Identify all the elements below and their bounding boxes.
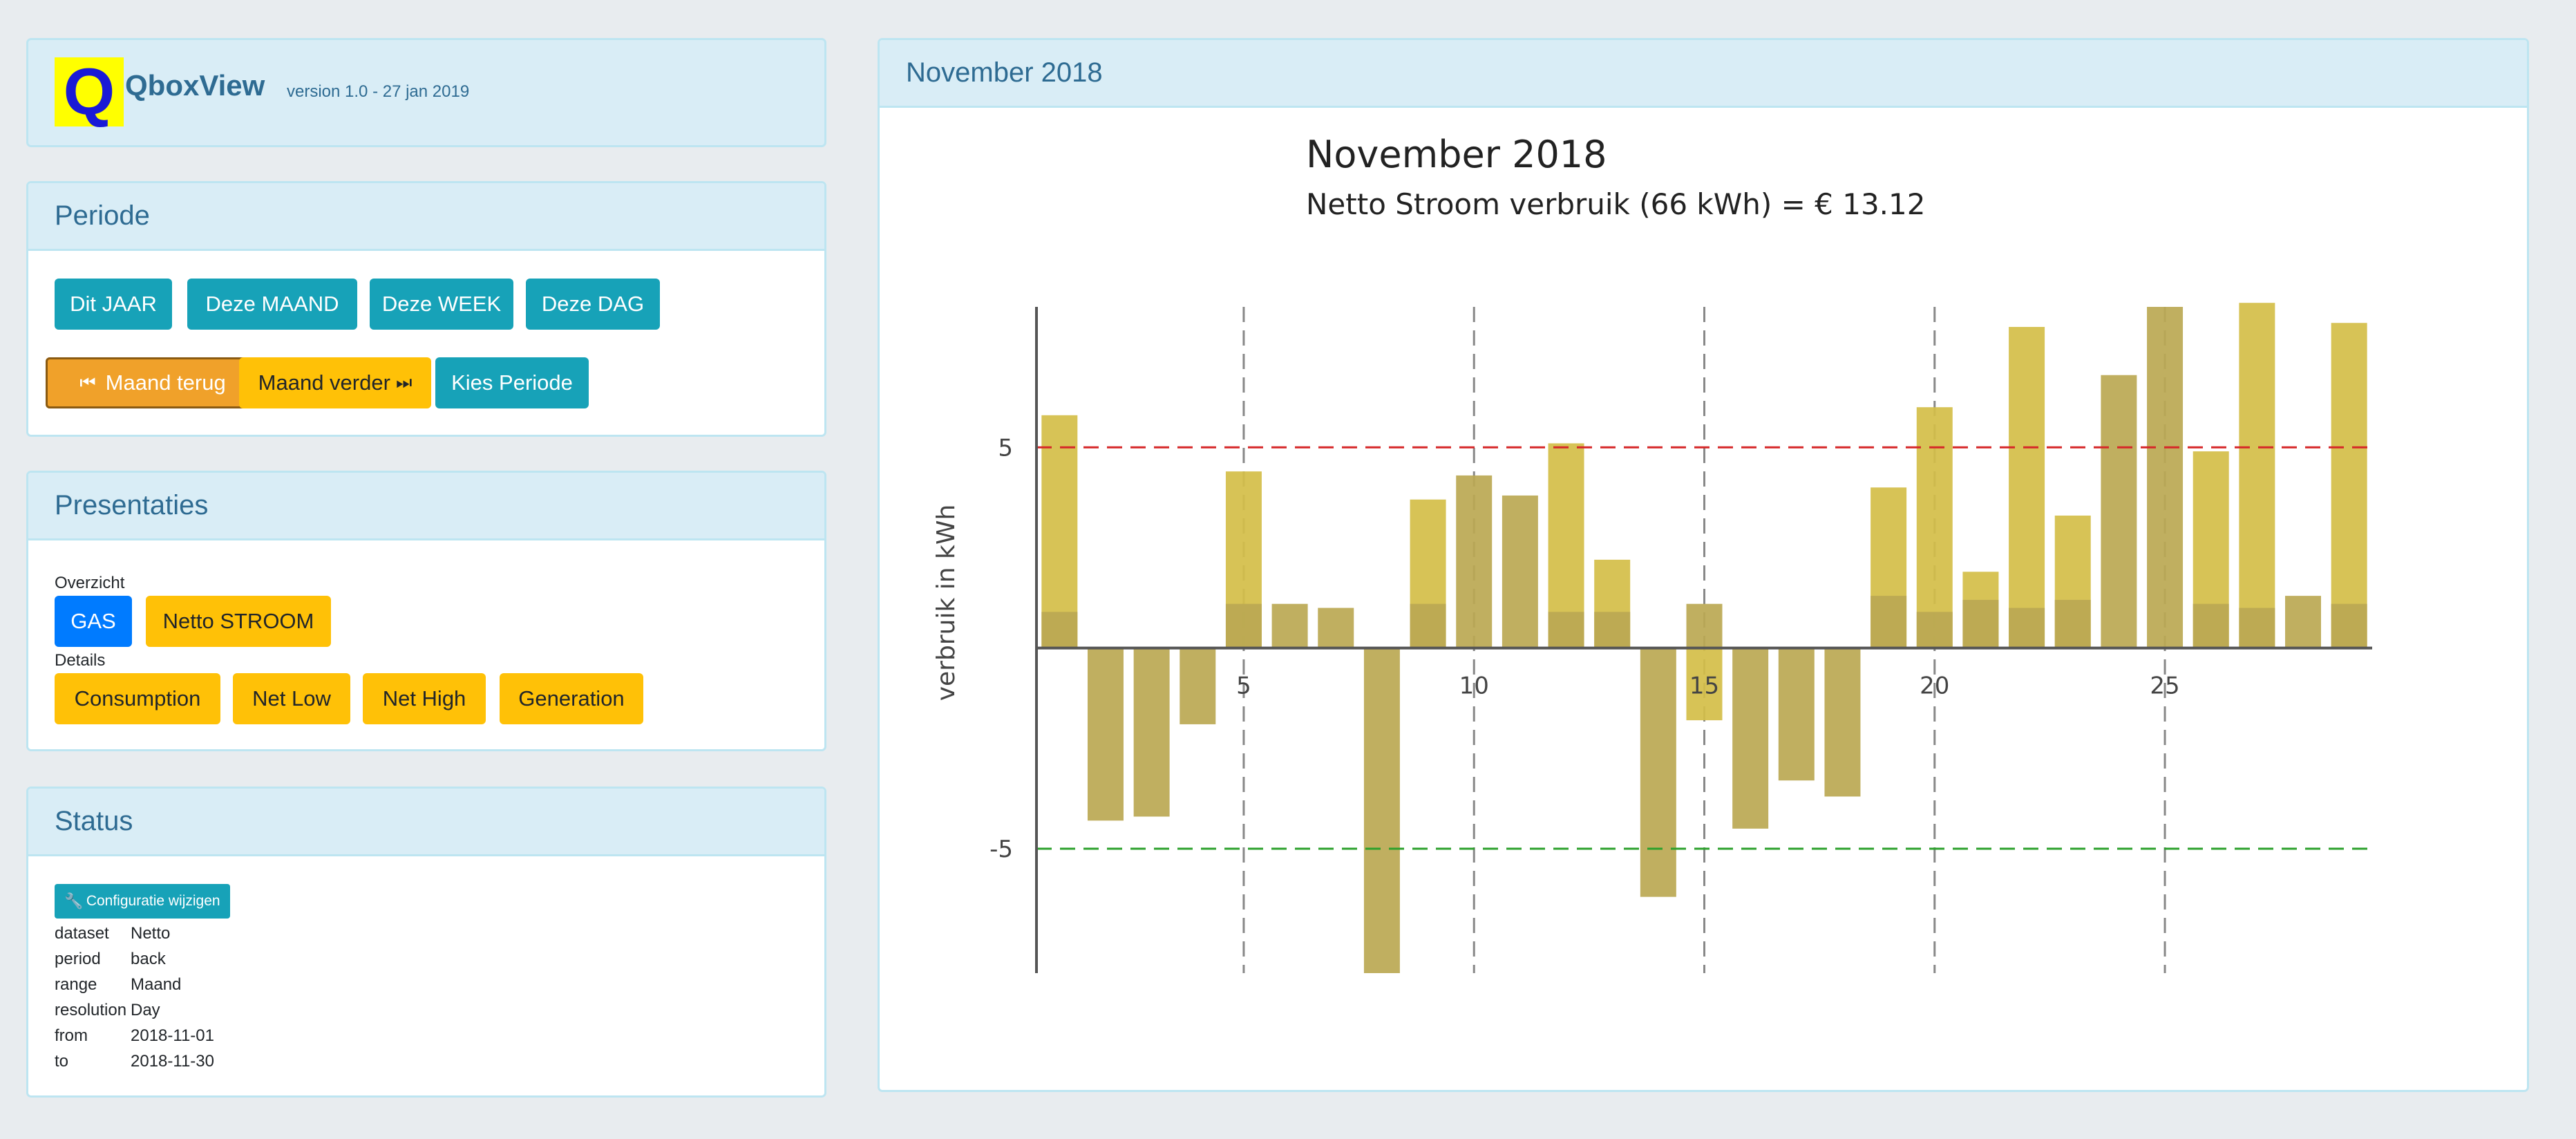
bar-s1-day-14 [1640, 648, 1676, 897]
x-tick-label: 5 [1236, 672, 1251, 700]
chart-subtitle: Netto Stroom verbruik (66 kWh) = € 13.12 [1306, 187, 1925, 221]
bar-s1-day-22 [2009, 608, 2045, 648]
status-value: Maand [131, 975, 182, 994]
presentaties-card: Presentaties Overzicht GAS Netto STROOM … [26, 471, 826, 751]
status-key: dataset [55, 924, 109, 943]
bar-s1-day-29 [2331, 603, 2367, 648]
maand-verder-button[interactable]: Maand verder ⏭ [239, 357, 431, 408]
bar-s1-day-24 [2101, 375, 2137, 648]
bar-s1-day-28 [2285, 596, 2322, 648]
chart-header: November 2018 [880, 40, 2527, 108]
configuratie-wijzigen-button[interactable]: 🔧 Configuratie wijzigen [55, 884, 230, 919]
bar-s1-day-3 [1133, 648, 1170, 817]
periode-title: Periode [55, 200, 150, 231]
bar-s1-day-23 [2054, 599, 2091, 648]
step-back-icon: ⏮ [79, 372, 96, 393]
bar-s1-day-15 [1686, 603, 1723, 648]
bar-s1-day-21 [1962, 599, 1999, 648]
status-value: Day [131, 1001, 160, 1019]
y-tick-label: 5 [998, 434, 1013, 462]
presentaties-title: Presentaties [55, 490, 209, 520]
deze-dag-button[interactable]: Deze DAG [526, 279, 660, 330]
y-tick-label: -5 [989, 836, 1013, 863]
x-tick-label: 20 [1920, 672, 1949, 700]
presentaties-header: Presentaties [28, 473, 824, 540]
maand-verder-label: Maand verder [258, 370, 390, 395]
periode-card: Periode Dit JAAR Deze MAAND Deze WEEK De… [26, 181, 826, 437]
netto-stroom-button[interactable]: Netto STROOM [146, 596, 331, 647]
bar-s1-day-27 [2239, 608, 2275, 648]
bar-s1-day-9 [1410, 603, 1446, 648]
status-value: Netto [131, 924, 171, 943]
y-axis-label: verbruik in kWh [932, 505, 960, 702]
bar-s1-day-25 [2147, 307, 2184, 648]
details-label: Details [55, 651, 106, 670]
status-key: from [55, 1026, 88, 1045]
bar-s0-day-27 [2239, 303, 2275, 648]
logo: Q [55, 57, 124, 126]
header-card: Q QboxView version 1.0 - 27 jan 2019 [26, 38, 826, 147]
status-value: back [131, 950, 166, 968]
x-tick-label: 15 [1689, 672, 1719, 700]
bar-s0-day-22 [2009, 327, 2045, 648]
bar-s1-day-16 [1732, 648, 1769, 829]
chart-card: November 2018 November 2018 Netto Stroom… [878, 38, 2529, 1092]
status-title: Status [55, 806, 133, 836]
x-tick-label: 25 [2150, 672, 2179, 700]
bar-s1-day-19 [1871, 596, 1907, 648]
bar-s1-day-12 [1548, 612, 1584, 648]
periode-header: Periode [28, 183, 824, 251]
bar-s1-day-8 [1363, 648, 1400, 973]
status-key: period [55, 950, 101, 968]
consumption-button[interactable]: Consumption [55, 673, 220, 724]
bar-chart: November 2018 Netto Stroom verbruik (66 … [932, 133, 2372, 973]
status-key: resolution [55, 1001, 127, 1019]
x-tick-label: 10 [1459, 672, 1489, 700]
bar-s1-day-26 [2193, 603, 2229, 648]
status-value: 2018-11-30 [131, 1052, 214, 1071]
bar-s1-day-17 [1778, 648, 1815, 781]
status-key: to [55, 1052, 69, 1071]
bar-s1-day-10 [1456, 475, 1493, 648]
bar-s1-day-4 [1180, 648, 1216, 724]
kies-periode-button[interactable]: Kies Periode [435, 357, 589, 408]
gas-button[interactable]: GAS [55, 596, 132, 647]
bar-s1-day-5 [1225, 603, 1262, 648]
net-low-button[interactable]: Net Low [233, 673, 350, 724]
chart-panel-title: November 2018 [906, 57, 1103, 88]
overzicht-label: Overzicht [55, 574, 125, 592]
net-high-button[interactable]: Net High [363, 673, 486, 724]
bar-s1-day-18 [1824, 648, 1861, 797]
step-forward-icon: ⏭ [395, 372, 413, 393]
bar-s1-day-1 [1041, 612, 1078, 648]
bar-s1-day-11 [1502, 495, 1538, 648]
maand-terug-button[interactable]: ⏮ Maand terug [46, 357, 260, 408]
bar-s1-day-7 [1318, 608, 1354, 648]
bar-s0-day-29 [2331, 323, 2367, 648]
deze-week-button[interactable]: Deze WEEK [370, 279, 513, 330]
status-header: Status [28, 789, 824, 856]
bar-s1-day-20 [1916, 612, 1953, 648]
chart-title: November 2018 [1306, 133, 1607, 176]
status-card: Status 🔧 Configuratie wijzigen dataset N… [26, 787, 826, 1098]
status-value: 2018-11-01 [131, 1026, 214, 1045]
logo-letter: Q [63, 55, 115, 129]
maand-terug-label: Maand terug [105, 370, 226, 395]
bar-s1-day-6 [1271, 603, 1308, 648]
app-version: version 1.0 - 27 jan 2019 [287, 82, 470, 101]
configuratie-wijzigen-label: Configuratie wijzigen [86, 893, 220, 909]
generation-button[interactable]: Generation [500, 673, 643, 724]
app-name: QboxView [125, 69, 265, 102]
wrench-icon: 🔧 [64, 892, 84, 910]
bar-s1-day-2 [1087, 648, 1124, 821]
status-key: range [55, 975, 97, 994]
deze-maand-button[interactable]: Deze MAAND [187, 279, 357, 330]
dit-jaar-button[interactable]: Dit JAAR [55, 279, 172, 330]
bar-s1-day-13 [1594, 612, 1631, 648]
